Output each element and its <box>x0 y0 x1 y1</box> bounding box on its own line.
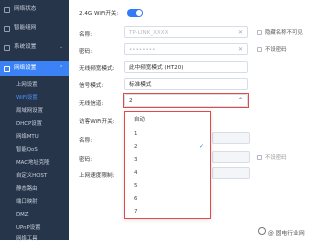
sidebar-subitem-mtu[interactable]: 网络MTU <box>0 131 69 144</box>
sidebar-subitem-wifi[interactable]: WiFi设置 <box>0 92 69 105</box>
sidebar-item-system-settings[interactable]: 系统设置 ⌄ <box>0 40 69 55</box>
wifi-password-input[interactable]: •••••••• ✕ <box>124 43 248 55</box>
sidebar-subitem-label: 局域网设置 <box>16 108 43 114</box>
option-label: 7 <box>134 209 138 215</box>
option-label: 1 <box>134 131 138 137</box>
sidebar-subitem-lan[interactable]: 局域网设置 <box>0 105 69 118</box>
channel-option-selected[interactable]: 2 ✓ <box>125 141 210 153</box>
wireless-mode-value: 此中频宽模式 (HT20) <box>129 65 184 71</box>
sidebar-subitem-label: WiFi设置 <box>16 95 38 101</box>
sidebar-subitem-dhcp[interactable]: DHCP设置 <box>0 118 69 131</box>
sidebar-subitem-label: 自定义HOST <box>16 173 48 179</box>
watermark-logo-icon <box>258 227 266 235</box>
highlight-box <box>123 93 249 108</box>
channel-option[interactable]: 1 <box>125 128 210 140</box>
channel-option[interactable]: 5 <box>125 180 210 192</box>
wireless-mode-label: 无线频宽模式: <box>79 66 115 72</box>
guest-no-password-option[interactable]: 不设密码 <box>257 153 287 161</box>
no-password-option[interactable]: 不设密码 <box>257 45 287 53</box>
name-label: 名称: <box>79 32 93 38</box>
sidebar-subitem-mac-clone[interactable]: MAC地址克隆 <box>0 157 69 170</box>
channel-dropdown-menu: 自动 1 2 ✓ 3 4 5 6 7 <box>124 111 211 219</box>
channel-option[interactable]: 3 <box>125 154 210 166</box>
wireless-mode-select[interactable]: 此中频宽模式 (HT20) <box>124 61 248 73</box>
guest-password-label: 密码: <box>79 157 93 163</box>
sidebar-subitem-label: DHCP设置 <box>16 121 43 127</box>
guest-name-input[interactable] <box>212 132 250 144</box>
option-label: 2 <box>134 144 138 150</box>
sidebar-subitem-custom-host[interactable]: 自定义HOST <box>0 170 69 183</box>
toggle-knob <box>136 10 142 16</box>
gear-icon <box>4 44 10 51</box>
sidebar-item-label: 网络状态 <box>14 6 37 12</box>
password-label: 密码: <box>79 49 93 55</box>
guest-password-input[interactable] <box>212 151 250 163</box>
wifi-name-input[interactable]: TP-LINK_XXXX ✕ <box>124 26 248 38</box>
sidebar-subitem-label: 上网设置 <box>16 82 38 88</box>
sidebar-subitem-label: 智能QoS <box>16 147 38 153</box>
hide-network-checkbox[interactable] <box>257 30 262 35</box>
guest-no-password-label: 不设密码 <box>265 155 287 161</box>
sidebar-subitem-label: 网络MTU <box>16 134 39 140</box>
wifi24-toggle[interactable] <box>127 9 143 17</box>
no-password-label: 不设密码 <box>265 47 287 53</box>
clear-icon[interactable]: ✕ <box>238 29 243 36</box>
wifi24-switch-label: 2.4G WiFi开关: <box>79 11 119 17</box>
option-label: 5 <box>134 183 138 189</box>
network-icon <box>4 25 10 32</box>
sidebar-subitem-qos[interactable]: 智能QoS <box>0 144 69 157</box>
sidebar: 网络状态 智能组网 系统设置 ⌄ 网络设置 ⌃ 上网设置 WiFi设置 局域网设… <box>0 0 69 242</box>
watermark-text: @ 固电行业网 <box>268 231 305 237</box>
sidebar-item-label: 网络设置 <box>14 65 37 71</box>
hide-network-option[interactable]: 隐藏名称不可见 <box>257 28 303 36</box>
sidebar-subitem-port-forward[interactable]: 端口映射 <box>0 196 69 209</box>
upload-limit-input[interactable] <box>212 167 250 179</box>
check-icon: ✓ <box>198 143 204 150</box>
wifi-password-value: •••••••• <box>129 47 156 53</box>
channel-label: 无线信道: <box>79 101 104 107</box>
guest-wifi-label: 访客WiFi开关: <box>79 119 115 125</box>
guest-no-password-checkbox[interactable] <box>257 155 262 160</box>
sidebar-item-label: 系统设置 <box>14 44 37 50</box>
sidebar-item-smart-network[interactable]: 智能组网 <box>0 21 69 36</box>
no-password-checkbox[interactable] <box>257 47 262 52</box>
sidebar-subitem-internet[interactable]: 上网设置 <box>0 79 69 92</box>
signal-mode-value: 标准模式 <box>129 82 152 88</box>
sidebar-item-network-status[interactable]: 网络状态 <box>0 2 69 17</box>
chevron-down-icon: ⌄ <box>59 44 64 50</box>
hide-network-label: 隐藏名称不可见 <box>265 30 303 36</box>
channel-option[interactable]: 6 <box>125 193 210 205</box>
option-label: 6 <box>134 196 138 202</box>
sidebar-subitem-dmz[interactable]: DMZ <box>0 209 69 222</box>
sidebar-item-label: 智能组网 <box>14 25 37 31</box>
signal-mode-label: 信号模式: <box>79 83 104 89</box>
monitor-icon <box>4 6 10 13</box>
wifi-name-value: TP-LINK_XXXX <box>129 30 169 36</box>
sidebar-item-network-settings[interactable]: 网络设置 ⌃ <box>0 61 69 76</box>
channel-option[interactable]: 自动 <box>125 114 210 126</box>
sidebar-subitem-label: MAC地址克隆 <box>16 160 50 166</box>
sidebar-subitem-label: DMZ <box>16 212 29 218</box>
channel-option[interactable]: 4 <box>125 167 210 179</box>
signal-mode-select[interactable]: 标准模式 <box>124 78 248 90</box>
channel-option[interactable]: 7 <box>125 206 210 218</box>
sidebar-subitem-static-route[interactable]: 静态路由 <box>0 183 69 196</box>
clear-icon[interactable]: ✕ <box>238 46 243 53</box>
option-label: 自动 <box>134 117 145 123</box>
upload-limit-label: 上网速度限制: <box>79 173 115 179</box>
sidebar-subitem-label: 端口映射 <box>16 199 38 205</box>
option-label: 3 <box>134 157 138 163</box>
chevron-up-icon: ⌃ <box>59 65 64 71</box>
globe-icon <box>4 65 10 72</box>
sidebar-subitem-label: 静态路由 <box>16 186 38 192</box>
guest-name-label: 名称: <box>79 138 93 144</box>
option-label: 4 <box>134 170 138 176</box>
